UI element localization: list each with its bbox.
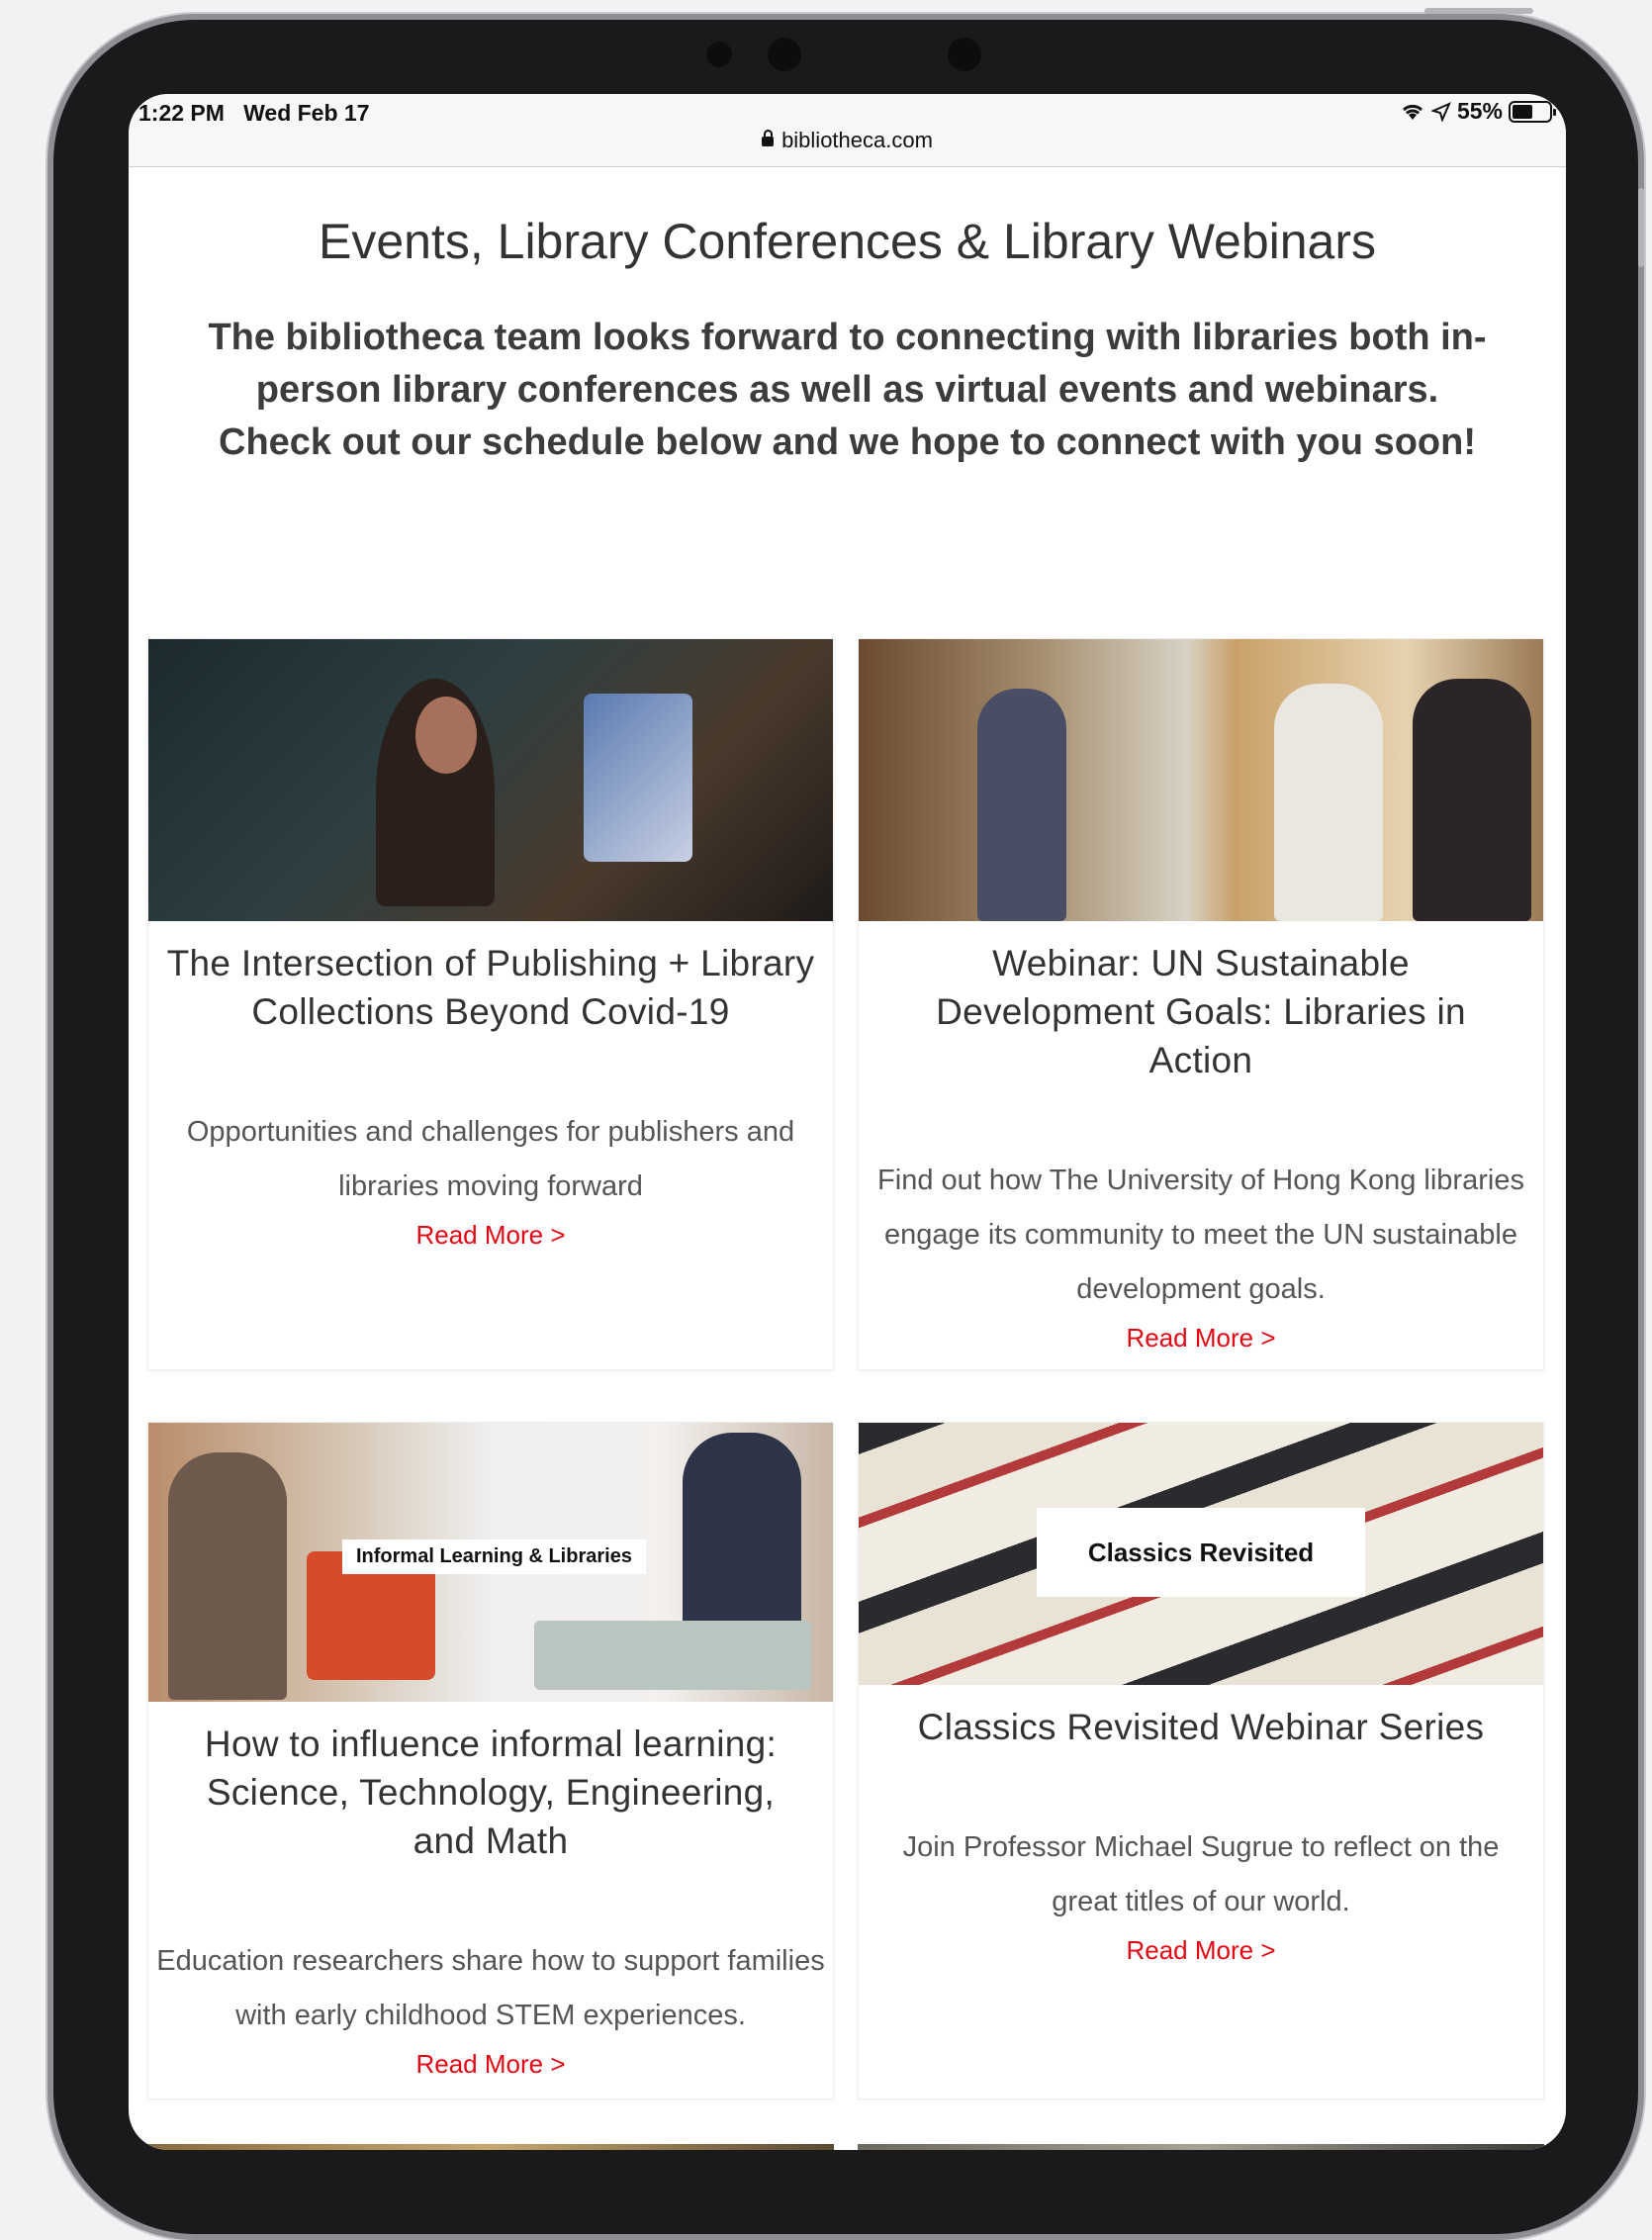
url-bar[interactable]: bibliotheca.com — [129, 128, 1566, 153]
camera-sensor — [948, 38, 981, 71]
card-image[interactable]: Informal Learning & Libraries — [148, 1423, 833, 1702]
camera-lens — [768, 38, 801, 71]
card-title[interactable]: Webinar: UN Sustainable Development Goal… — [859, 939, 1543, 1084]
camera-dot — [706, 42, 732, 67]
card-image[interactable] — [148, 639, 833, 921]
image-label: Classics Revisited — [1037, 1508, 1365, 1597]
status-bar: 1:22 PM Wed Feb 17 55% bibliotheca.com — [129, 94, 1566, 167]
screen: 1:22 PM Wed Feb 17 55% bibliotheca.com E… — [129, 94, 1566, 2150]
image-shape — [584, 694, 692, 862]
status-time: 1:22 PM Wed Feb 17 — [138, 100, 370, 127]
card-title[interactable]: The Intersection of Publishing + Library… — [148, 939, 833, 1036]
intro-text: The bibliotheca team looks forward to co… — [208, 317, 1487, 463]
divider — [129, 166, 1566, 167]
image-shape — [534, 1621, 811, 1690]
image-label: Informal Learning & Libraries — [342, 1540, 646, 1574]
next-card-image — [858, 2144, 1544, 2150]
time-text: 1:22 PM — [138, 100, 225, 126]
next-card-image — [147, 2144, 834, 2150]
read-more-link[interactable]: Read More > — [415, 1220, 565, 1251]
image-shape — [1274, 684, 1383, 921]
card-title[interactable]: Classics Revisited Webinar Series — [859, 1703, 1543, 1751]
card-image[interactable]: Classics Revisited — [859, 1423, 1543, 1685]
image-shape — [415, 697, 477, 774]
lock-icon — [762, 130, 775, 146]
power-button — [1424, 8, 1533, 14]
url-text[interactable]: bibliotheca.com — [781, 128, 933, 152]
volume-button — [1638, 188, 1644, 267]
read-more-link[interactable]: Read More > — [1126, 1323, 1275, 1353]
page-title: Events, Library Conferences & Library We… — [319, 214, 1376, 269]
battery-icon — [1509, 100, 1556, 123]
event-card[interactable]: Informal Learning & Libraries How to inf… — [147, 1422, 834, 2100]
location-icon — [1430, 101, 1451, 122]
status-icons: 55% — [1400, 98, 1556, 125]
image-shape — [168, 1452, 287, 1700]
image-shape — [683, 1433, 801, 1650]
card-description: Join Professor Michael Sugrue to reflect… — [902, 1831, 1500, 1917]
event-card[interactable]: The Intersection of Publishing + Library… — [147, 638, 834, 1370]
image-shape — [1413, 679, 1531, 921]
read-more-link[interactable]: Read More > — [415, 2049, 565, 2080]
read-more-link[interactable]: Read More > — [1126, 1935, 1275, 1966]
card-image[interactable] — [859, 639, 1543, 921]
card-description: Education researchers share how to suppo… — [156, 1945, 825, 2031]
wifi-icon — [1402, 104, 1423, 120]
event-card[interactable]: Webinar: UN Sustainable Development Goal… — [858, 638, 1544, 1370]
card-description: Opportunities and challenges for publish… — [186, 1116, 795, 1202]
card-description: Find out how The University of Hong Kong… — [877, 1165, 1524, 1305]
battery-percent: 55% — [1456, 98, 1503, 124]
event-card[interactable]: Classics Revisited Classics Revisited We… — [858, 1422, 1544, 2100]
card-title[interactable]: How to influence informal learning: Scie… — [148, 1720, 833, 1865]
image-shape — [977, 689, 1066, 921]
date-text: Wed Feb 17 — [243, 100, 370, 126]
